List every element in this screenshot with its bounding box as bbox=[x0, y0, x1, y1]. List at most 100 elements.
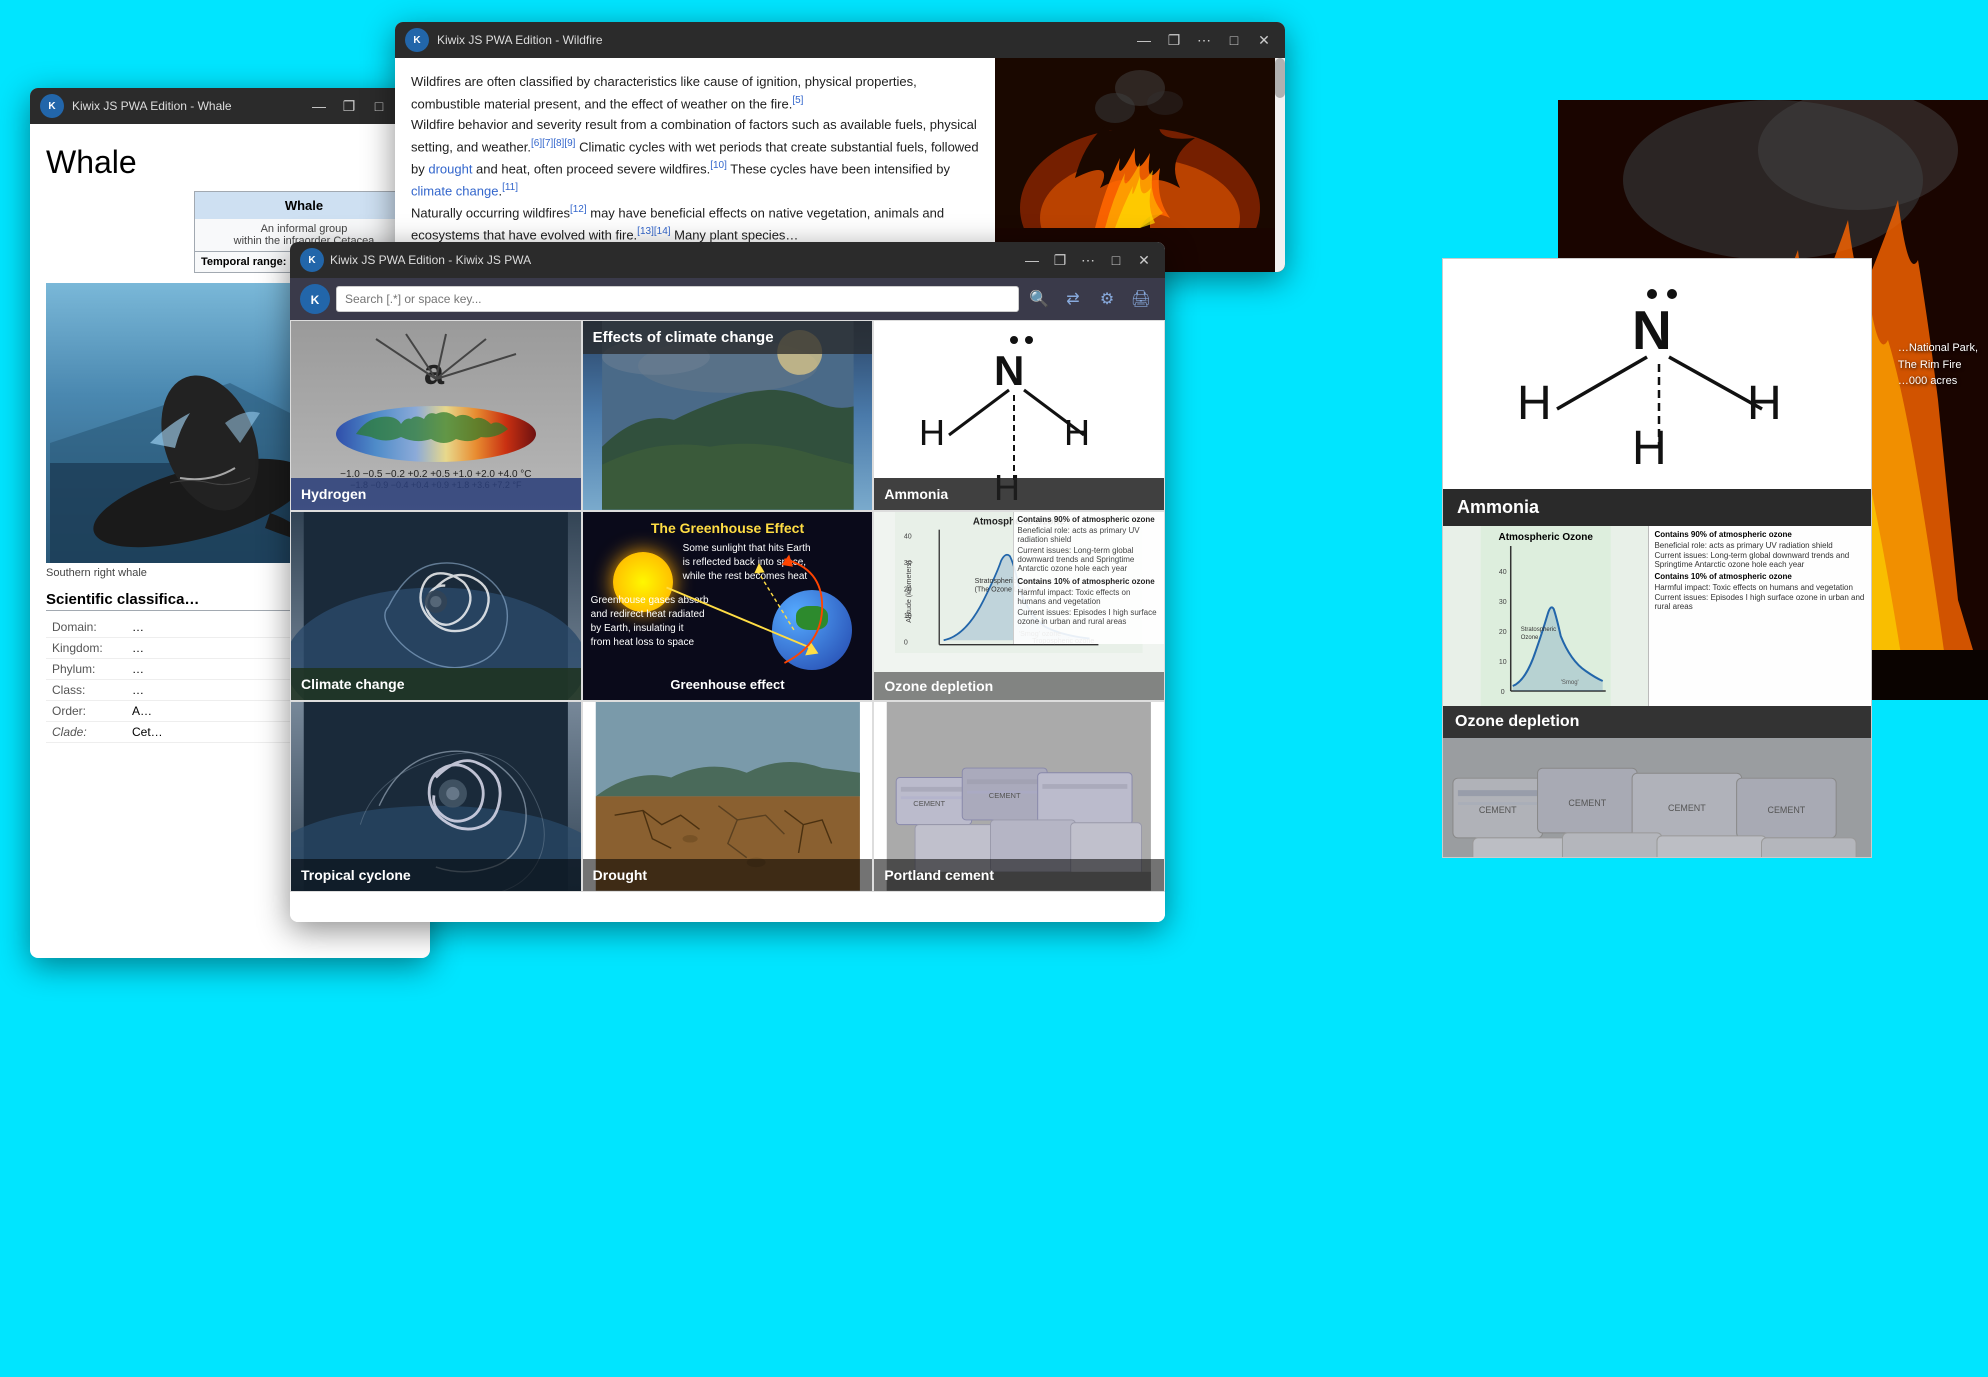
kiwix-close-button[interactable]: ✕ bbox=[1133, 249, 1155, 271]
wildfire-scrollbar-thumb[interactable] bbox=[1275, 58, 1285, 98]
wildfire-image bbox=[995, 58, 1285, 272]
wildfire-window: K Kiwix JS PWA Edition - Wildfire — ❐ ⋯ … bbox=[395, 22, 1285, 272]
kiwix-titlebar: K Kiwix JS PWA Edition - Kiwix JS PWA — … bbox=[290, 242, 1165, 278]
greenhouse-footer: Greenhouse effect bbox=[670, 677, 784, 692]
card-climate[interactable]: Climate change bbox=[290, 511, 582, 702]
whale-app-icon: K bbox=[40, 94, 64, 118]
hydrogen-diagram-svg: a bbox=[316, 329, 556, 469]
kiwix-search-input[interactable] bbox=[336, 286, 1019, 312]
wildfire-titlebar: K Kiwix JS PWA Edition - Wildfire — ❐ ⋯ … bbox=[395, 22, 1285, 58]
svg-text:30: 30 bbox=[1499, 599, 1507, 606]
card-drought[interactable]: Drought bbox=[582, 701, 874, 892]
svg-text:CEMENT: CEMENT bbox=[1768, 805, 1806, 815]
clade-label: Clade: bbox=[46, 722, 126, 743]
card-ozone[interactable]: Atmospheric Ozone 0 10 20 30 40 Altitude… bbox=[873, 511, 1165, 702]
kiwix-random-button[interactable]: ⇄ bbox=[1059, 285, 1087, 313]
ozone-depletion-label: Ozone depletion bbox=[1443, 706, 1871, 738]
svg-text:Altitude (kilometers): Altitude (kilometers) bbox=[906, 560, 913, 622]
class-label: Class: bbox=[46, 680, 126, 701]
kiwix-minimize-button[interactable]: — bbox=[1021, 249, 1043, 271]
svg-text:Atmospheric Ozone: Atmospheric Ozone bbox=[1498, 532, 1593, 543]
climate-change-card-label: Effects of climate change bbox=[583, 321, 873, 354]
kiwix-maximize-button[interactable]: □ bbox=[1105, 249, 1127, 271]
wildfire-minimize-button[interactable]: — bbox=[1133, 29, 1155, 51]
hydrogen-card-label: Hydrogen bbox=[291, 478, 581, 510]
wildfire-app-icon: K bbox=[405, 28, 429, 52]
svg-text:CEMENT: CEMENT bbox=[1668, 803, 1706, 813]
svg-text:10: 10 bbox=[1499, 659, 1507, 666]
phylum-label: Phylum: bbox=[46, 659, 126, 680]
wildfire-restore-button[interactable]: ❐ bbox=[1163, 29, 1185, 51]
whale-maximize-button[interactable]: □ bbox=[368, 95, 390, 117]
whale-window-title: Kiwix JS PWA Edition - Whale bbox=[72, 99, 300, 113]
wildfire-text: Wildfires are often classified by charac… bbox=[395, 58, 995, 272]
order-label: Order: bbox=[46, 701, 126, 722]
svg-text:CEMENT: CEMENT bbox=[1568, 798, 1606, 808]
wildfire-settings-button[interactable]: ⋯ bbox=[1193, 29, 1215, 51]
whale-minimize-button[interactable]: — bbox=[308, 95, 330, 117]
svg-text:N: N bbox=[994, 347, 1024, 394]
portland-section: CEMENT CEMENT CEMENT CEMENT Portland cem… bbox=[1443, 738, 1871, 858]
card-hydrogen[interactable]: a bbox=[290, 320, 582, 511]
svg-text:CEMENT: CEMENT bbox=[1479, 805, 1517, 815]
card-climate-change[interactable]: Effects of climate change bbox=[582, 320, 874, 511]
svg-text:0: 0 bbox=[1501, 689, 1505, 696]
kiwix-settings-button[interactable]: ⋯ bbox=[1077, 249, 1099, 271]
svg-text:H: H bbox=[1064, 412, 1090, 453]
wildfire-content: Wildfires are often classified by charac… bbox=[395, 58, 1285, 272]
ozone-table: Contains 90% of atmospheric ozone Benefi… bbox=[1013, 512, 1164, 644]
card-ammonia[interactable]: N H H H Ammonia bbox=[873, 320, 1165, 511]
whale-titlebar: K Kiwix JS PWA Edition - Whale — ❐ □ ✕ bbox=[30, 88, 430, 124]
ozone-info-table: Contains 90% of atmospheric ozone Benefi… bbox=[1648, 526, 1871, 706]
wildfire-scrollbar[interactable] bbox=[1275, 58, 1285, 272]
whale-infobox-header: Whale bbox=[195, 192, 413, 219]
svg-text:N: N bbox=[1632, 299, 1672, 361]
kiwix-grid: a bbox=[290, 320, 1165, 892]
svg-text:K: K bbox=[311, 293, 320, 307]
kiwix-print-button[interactable]: 🖨 bbox=[1127, 285, 1155, 313]
ref12: [12] bbox=[570, 204, 587, 215]
domain-label: Domain: bbox=[46, 617, 126, 638]
kiwix-window-title: Kiwix JS PWA Edition - Kiwix JS PWA bbox=[330, 253, 531, 267]
ammonia-molecule-large: N H H H bbox=[1477, 269, 1837, 479]
kiwix-app-icon: K bbox=[300, 248, 324, 272]
climate-change-link[interactable]: climate change bbox=[411, 183, 498, 198]
svg-text:Ozone: Ozone bbox=[1521, 635, 1539, 641]
ammonia-panel-label: Ammonia bbox=[1443, 489, 1871, 526]
ozone-section: Atmospheric Ozone 0 10 20 30 40 Stratosp… bbox=[1443, 526, 1871, 706]
ref11: [11] bbox=[502, 182, 518, 193]
svg-text:40: 40 bbox=[1499, 569, 1507, 576]
kiwix-restore-button[interactable]: ❐ bbox=[1049, 249, 1071, 271]
card-tropical-cyclone[interactable]: Tropical cyclone bbox=[290, 701, 582, 892]
drought-link[interactable]: drought bbox=[428, 161, 472, 176]
ref6: [6][7][8][9] bbox=[531, 138, 575, 149]
ozone-card-label: Ozone depletion bbox=[874, 672, 1164, 700]
kiwix-search-button[interactable]: 🔍 bbox=[1025, 285, 1053, 313]
svg-text:0: 0 bbox=[904, 639, 908, 646]
ammonia-molecule-panel: N H H H bbox=[1443, 259, 1871, 489]
wildfire-window-title: Kiwix JS PWA Edition - Wildfire bbox=[437, 33, 1125, 47]
kiwix-window: K Kiwix JS PWA Edition - Kiwix JS PWA — … bbox=[290, 242, 1165, 922]
ozone-diagram: Atmospheric Ozone 0 10 20 30 40 Altitude… bbox=[874, 512, 1164, 701]
wildfire-close-button[interactable]: ✕ bbox=[1253, 29, 1275, 51]
svg-text:CEMENT: CEMENT bbox=[914, 799, 946, 808]
wildfire-maximize-button[interactable]: □ bbox=[1223, 29, 1245, 51]
greenhouse-arrows bbox=[583, 512, 873, 701]
ref1314: [13][14] bbox=[637, 226, 670, 237]
whale-page-title: Whale bbox=[46, 144, 414, 181]
whale-restore-button[interactable]: ❐ bbox=[338, 95, 360, 117]
svg-text:Stratospheric: Stratospheric bbox=[1521, 627, 1556, 633]
kiwix-grid-content: a bbox=[290, 320, 1165, 922]
svg-text:H: H bbox=[1517, 377, 1552, 430]
kingdom-label: Kingdom: bbox=[46, 638, 126, 659]
climate-card-label: Climate change bbox=[291, 668, 581, 700]
svg-text:H: H bbox=[919, 412, 945, 453]
portland-label: Portland cement bbox=[874, 859, 1164, 891]
card-greenhouse[interactable]: The Greenhouse Effect Some sunlight that… bbox=[582, 511, 874, 702]
svg-text:H: H bbox=[1632, 422, 1667, 475]
card-portland[interactable]: CEMENT CEMENT Portland cement bbox=[873, 701, 1165, 892]
svg-text:20: 20 bbox=[1499, 629, 1507, 636]
kiwix-settings-icon-button[interactable]: ⚙ bbox=[1093, 285, 1121, 313]
ref5: [5] bbox=[792, 95, 803, 106]
ref10: [10] bbox=[710, 160, 727, 171]
